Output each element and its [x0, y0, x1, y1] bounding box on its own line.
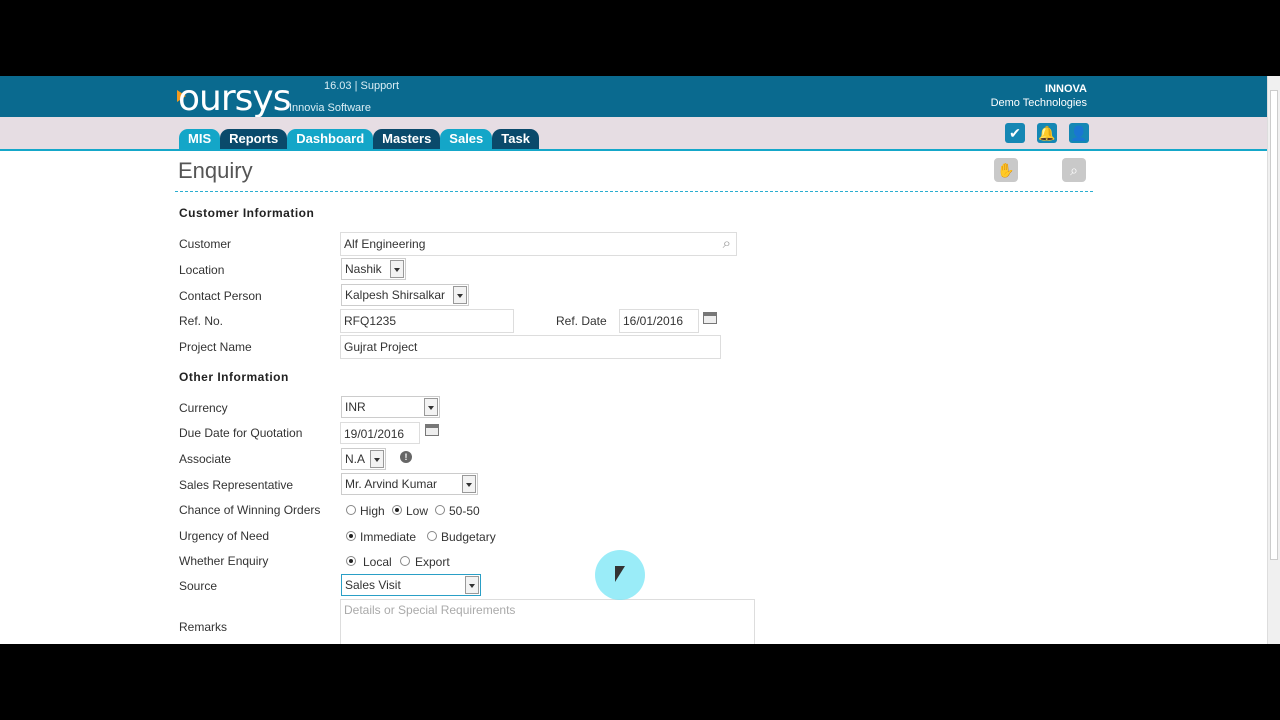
checkbox-icon[interactable]: ✔ — [1005, 123, 1025, 143]
info-icon[interactable]: ! — [400, 451, 412, 463]
currency-select[interactable]: INR — [341, 396, 440, 418]
associate-value: N.A — [345, 452, 366, 466]
company-name-secondary: Demo Technologies — [990, 97, 1087, 109]
chevron-down-icon[interactable] — [453, 286, 467, 304]
radio-50-50[interactable] — [435, 505, 445, 515]
radio-budgetary-label: Budgetary — [441, 530, 496, 544]
contact-person-label: Contact Person — [179, 289, 262, 303]
location-label: Location — [179, 263, 225, 277]
remarks-textarea[interactable]: Details or Special Requirements — [340, 599, 755, 644]
source-select[interactable]: Sales Visit — [341, 574, 481, 596]
radio-local[interactable] — [346, 556, 356, 566]
radio-local-label: Local — [363, 555, 392, 569]
company-subtitle: Innovia Software — [289, 102, 371, 114]
chance-label: Chance of Winning Orders — [179, 503, 321, 517]
chevron-down-icon[interactable] — [370, 450, 384, 468]
chevron-down-icon[interactable] — [390, 260, 404, 278]
radio-high-label: High — [360, 504, 385, 518]
whether-enquiry-label: Whether Enquiry — [179, 554, 269, 568]
tab-reports[interactable]: Reports — [220, 129, 288, 149]
radio-budgetary[interactable] — [427, 531, 437, 541]
customer-label: Customer — [179, 237, 232, 251]
remarks-placeholder: Details or Special Requirements — [344, 603, 516, 617]
customer-info-heading: Customer Information — [179, 206, 315, 220]
project-name-input[interactable]: Gujrat Project — [340, 335, 721, 359]
urgency-label: Urgency of Need — [179, 529, 270, 543]
location-value: Nashik — [345, 262, 382, 276]
hand-icon[interactable]: ✋ — [994, 158, 1018, 182]
company-name: INNOVA — [1045, 83, 1087, 95]
page-title: Enquiry — [178, 158, 253, 183]
search-icon[interactable]: ⌕ — [723, 233, 731, 255]
customer-field[interactable]: Alf Engineering ⌕ — [340, 232, 737, 256]
tab-sales[interactable]: Sales — [440, 129, 493, 149]
nav-bar: MIS Reports Dashboard Masters Sales Task… — [0, 117, 1267, 151]
radio-high[interactable] — [346, 505, 356, 515]
calendar-icon[interactable] — [703, 312, 717, 324]
tab-dashboard[interactable]: Dashboard — [287, 129, 374, 149]
currency-label: Currency — [179, 401, 228, 415]
customer-value: Alf Engineering — [344, 237, 426, 251]
contact-person-select[interactable]: Kalpesh Shirsalkar — [341, 284, 469, 306]
tab-masters[interactable]: Masters — [373, 129, 441, 149]
tab-mis[interactable]: MIS — [179, 129, 221, 149]
tab-task[interactable]: Task — [492, 129, 539, 149]
main-tabs: MIS Reports Dashboard Masters Sales Task — [179, 129, 539, 149]
radio-low[interactable] — [392, 505, 402, 515]
other-info-heading: Other Information — [179, 370, 289, 384]
calendar-icon[interactable] — [425, 424, 439, 436]
associate-label: Associate — [179, 452, 232, 466]
chevron-down-icon[interactable] — [465, 576, 479, 594]
user-icon[interactable]: 👤 — [1069, 123, 1089, 143]
sales-rep-select[interactable]: Mr. Arvind Kumar — [341, 473, 478, 495]
source-label: Source — [179, 579, 218, 593]
app-window: oursys 16.03 | Support Innovia Software … — [0, 76, 1280, 644]
ref-no-label: Ref. No. — [179, 314, 224, 328]
radio-immediate-label: Immediate — [360, 530, 417, 544]
ref-date-input[interactable]: 16/01/2016 — [619, 309, 699, 333]
remarks-label: Remarks — [179, 620, 228, 634]
scrollbar[interactable] — [1267, 76, 1280, 644]
sales-rep-label: Sales Representative — [179, 478, 294, 492]
due-date-input[interactable]: 19/01/2016 — [340, 422, 420, 444]
radio-low-label: Low — [406, 504, 429, 518]
source-value: Sales Visit — [345, 578, 401, 592]
bell-icon[interactable]: 🔔 — [1037, 123, 1057, 143]
scrollbar-thumb[interactable] — [1270, 90, 1278, 560]
version-support-link[interactable]: 16.03 | Support — [324, 80, 399, 92]
radio-immediate[interactable] — [346, 531, 356, 541]
due-date-label: Due Date for Quotation — [179, 426, 303, 440]
associate-select[interactable]: N.A — [341, 448, 386, 470]
radio-export-label: Export — [415, 555, 450, 569]
chevron-down-icon[interactable] — [462, 475, 476, 493]
radio-export[interactable] — [400, 556, 410, 566]
app-logo[interactable]: oursys — [178, 78, 291, 119]
chevron-down-icon[interactable] — [424, 398, 438, 416]
top-header: oursys 16.03 | Support Innovia Software … — [0, 76, 1267, 119]
ref-no-input[interactable]: RFQ1235 — [340, 309, 514, 333]
ref-date-label: Ref. Date — [556, 314, 607, 328]
radio-50-50-label: 50-50 — [449, 504, 480, 518]
title-divider — [175, 191, 1093, 192]
sales-rep-value: Mr. Arvind Kumar — [345, 477, 438, 491]
search-icon[interactable]: ⌕ — [1062, 158, 1086, 182]
location-select[interactable]: Nashik — [341, 258, 406, 280]
contact-person-value: Kalpesh Shirsalkar — [345, 288, 446, 302]
project-name-label: Project Name — [179, 340, 252, 354]
mouse-cursor-icon — [615, 566, 625, 582]
currency-value: INR — [345, 400, 366, 414]
